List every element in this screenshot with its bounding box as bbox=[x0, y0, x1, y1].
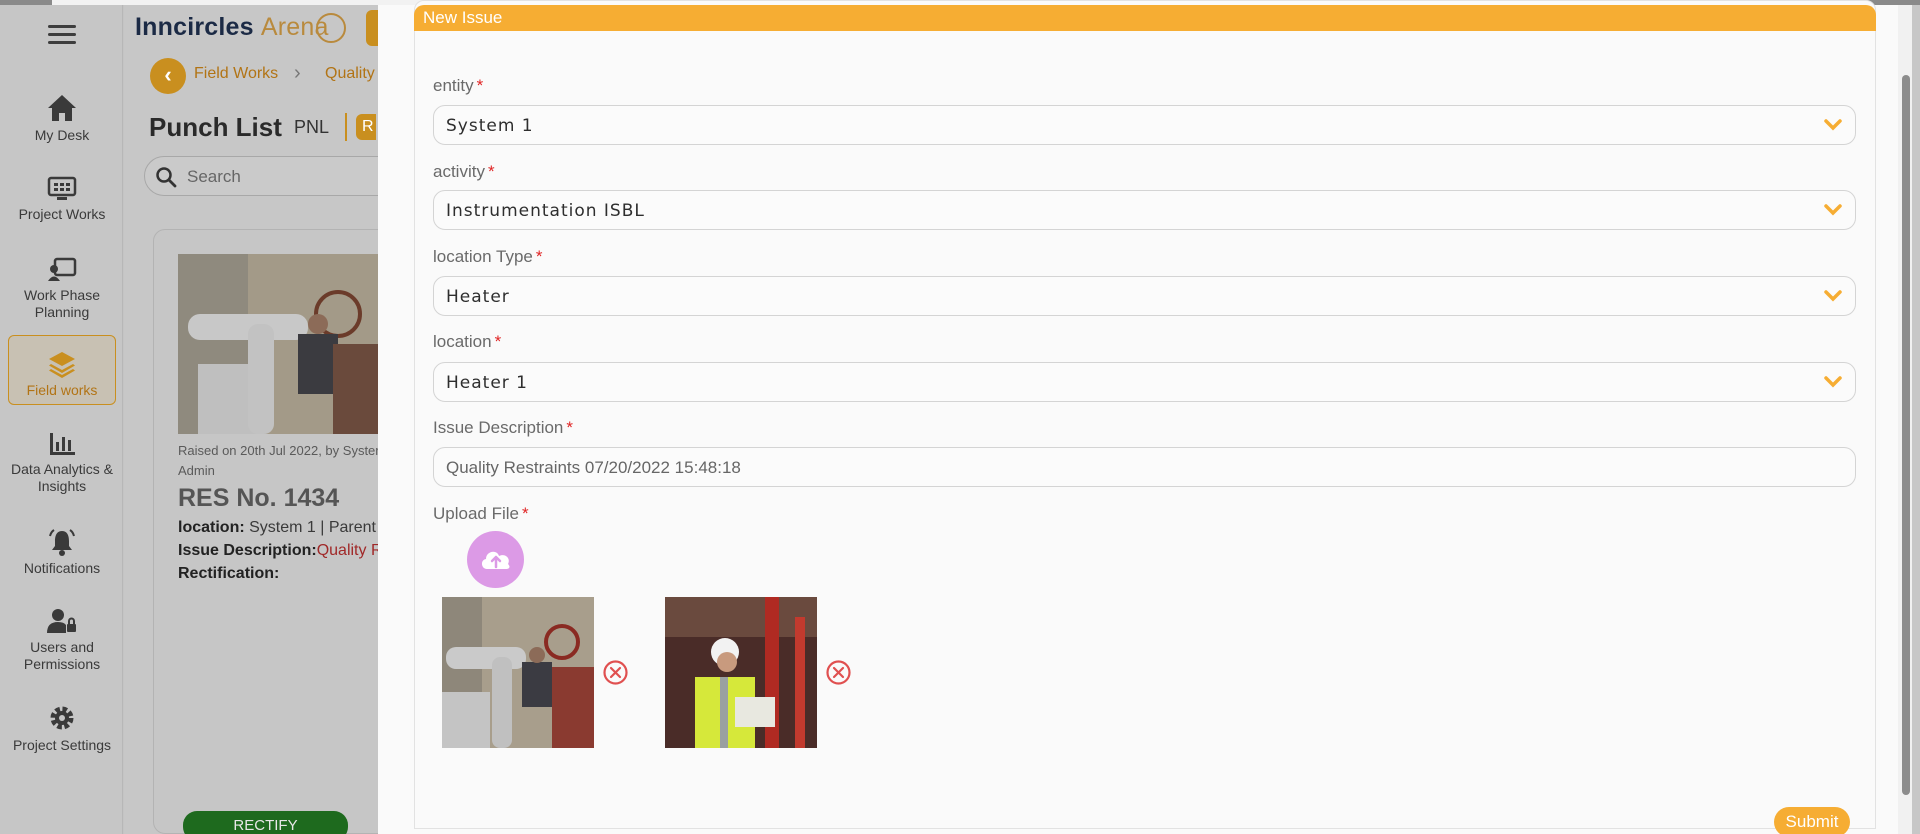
menu-icon[interactable] bbox=[48, 25, 76, 45]
card-location: location: System 1 | Parent bbox=[178, 519, 376, 536]
sidebar-item-field-works[interactable]: Field works bbox=[8, 335, 116, 405]
bell-icon bbox=[49, 529, 75, 556]
sidebar-item-my-desk[interactable]: My Desk bbox=[8, 93, 116, 144]
page-title: Punch List bbox=[149, 112, 282, 142]
issue-photo[interactable] bbox=[178, 254, 378, 434]
planning-icon bbox=[48, 257, 77, 281]
chevron-down-icon bbox=[1824, 204, 1842, 216]
location-select[interactable]: Heater 1 bbox=[433, 362, 1856, 402]
sidebar-item-work-phase-planning[interactable]: Work Phase Planning bbox=[8, 257, 116, 321]
res-number: RES No. 1434 bbox=[178, 484, 340, 512]
sidebar-item-label: Project Works bbox=[18, 206, 106, 222]
sidebar-item-label: Work Phase Planning bbox=[24, 287, 100, 320]
search-icon bbox=[156, 167, 177, 188]
chevron-down-icon bbox=[1824, 119, 1842, 131]
breadcrumb-field-works[interactable]: Field Works bbox=[194, 65, 278, 83]
location-value: Heater 1 bbox=[446, 373, 528, 393]
sidebar-item-notifications[interactable]: Notifications bbox=[8, 528, 116, 577]
card-rectification: Rectification: bbox=[178, 565, 280, 582]
sidebar-item-label: My Desk bbox=[34, 127, 90, 143]
scrollbar-thumb[interactable] bbox=[1902, 75, 1910, 795]
dashboard-icon bbox=[47, 176, 77, 200]
entity-label: entity * bbox=[433, 76, 484, 95]
sidebar-item-users-permissions[interactable]: Users and Permissions bbox=[8, 607, 116, 673]
issue-description-input[interactable]: Quality Restraints 07/20/2022 15:48:18 bbox=[433, 447, 1856, 487]
activity-label: activity * bbox=[433, 162, 495, 181]
entity-value: System 1 bbox=[446, 116, 534, 136]
gear-icon bbox=[50, 706, 74, 730]
search-placeholder: Search bbox=[187, 167, 241, 186]
brand-logo: Inncircles Arena bbox=[135, 13, 329, 41]
sidebar-item-data-analytics[interactable]: Data Analytics & Insights bbox=[8, 431, 116, 495]
chevron-down-icon bbox=[1824, 376, 1842, 388]
uploaded-image-thumbnail[interactable] bbox=[442, 597, 594, 748]
card-issue: Issue Description:Quality R bbox=[178, 542, 383, 559]
page-code: PNL bbox=[294, 117, 330, 137]
brand-mark-icon bbox=[316, 13, 346, 43]
activity-value: Instrumentation ISBL bbox=[446, 201, 645, 221]
back-button[interactable]: ‹ bbox=[150, 58, 186, 94]
activity-select[interactable]: Instrumentation ISBL bbox=[433, 190, 1856, 230]
modal-title: New Issue bbox=[414, 5, 1876, 31]
location-label: location * bbox=[433, 332, 502, 351]
raised-info: Raised on 20th Jul 2022, by System Admin bbox=[178, 443, 387, 478]
remove-image-button[interactable] bbox=[601, 658, 630, 687]
user-lock-icon bbox=[47, 609, 76, 633]
sidebar-item-label: Field works bbox=[26, 382, 98, 398]
page-chip[interactable]: R bbox=[356, 114, 376, 140]
close-circle-icon bbox=[826, 660, 851, 685]
rectify-button[interactable]: RECTIFY bbox=[183, 811, 348, 834]
home-icon bbox=[48, 95, 76, 121]
sidebar: My Desk Project Works Work Phase Plannin… bbox=[0, 5, 123, 834]
close-circle-icon bbox=[603, 660, 628, 685]
sidebar-item-project-works[interactable]: Project Works bbox=[8, 176, 116, 223]
location-type-value: Heater bbox=[446, 287, 510, 307]
uploaded-image-thumbnail[interactable] bbox=[665, 597, 817, 748]
layers-icon bbox=[49, 352, 75, 378]
cloud-upload-icon bbox=[481, 551, 510, 569]
search-input[interactable]: Search bbox=[144, 156, 404, 196]
sidebar-item-label: Data Analytics & Insights bbox=[11, 461, 113, 494]
sidebar-item-label: Users and Permissions bbox=[23, 639, 101, 672]
submit-button[interactable]: Submit bbox=[1774, 807, 1850, 834]
sidebar-item-label: Project Settings bbox=[12, 737, 112, 753]
location-type-label: location Type * bbox=[433, 247, 543, 266]
divider bbox=[345, 113, 347, 141]
sidebar-item-project-settings[interactable]: Project Settings bbox=[8, 703, 116, 754]
remove-image-button[interactable] bbox=[824, 658, 853, 687]
issue-description-value: Quality Restraints 07/20/2022 15:48:18 bbox=[446, 458, 741, 477]
breadcrumb-quality[interactable]: Quality bbox=[325, 65, 375, 83]
chevron-down-icon bbox=[1824, 290, 1842, 302]
issue-description-label: Issue Description * bbox=[433, 418, 574, 437]
sidebar-item-label: Notifications bbox=[23, 560, 101, 576]
header-chip bbox=[366, 10, 378, 46]
upload-button[interactable] bbox=[467, 531, 524, 588]
location-type-select[interactable]: Heater bbox=[433, 276, 1856, 316]
entity-select[interactable]: System 1 bbox=[433, 105, 1856, 145]
chevron-right-icon: › bbox=[294, 62, 301, 84]
bar-chart-icon bbox=[50, 433, 75, 455]
upload-file-label: Upload File * bbox=[433, 504, 529, 523]
